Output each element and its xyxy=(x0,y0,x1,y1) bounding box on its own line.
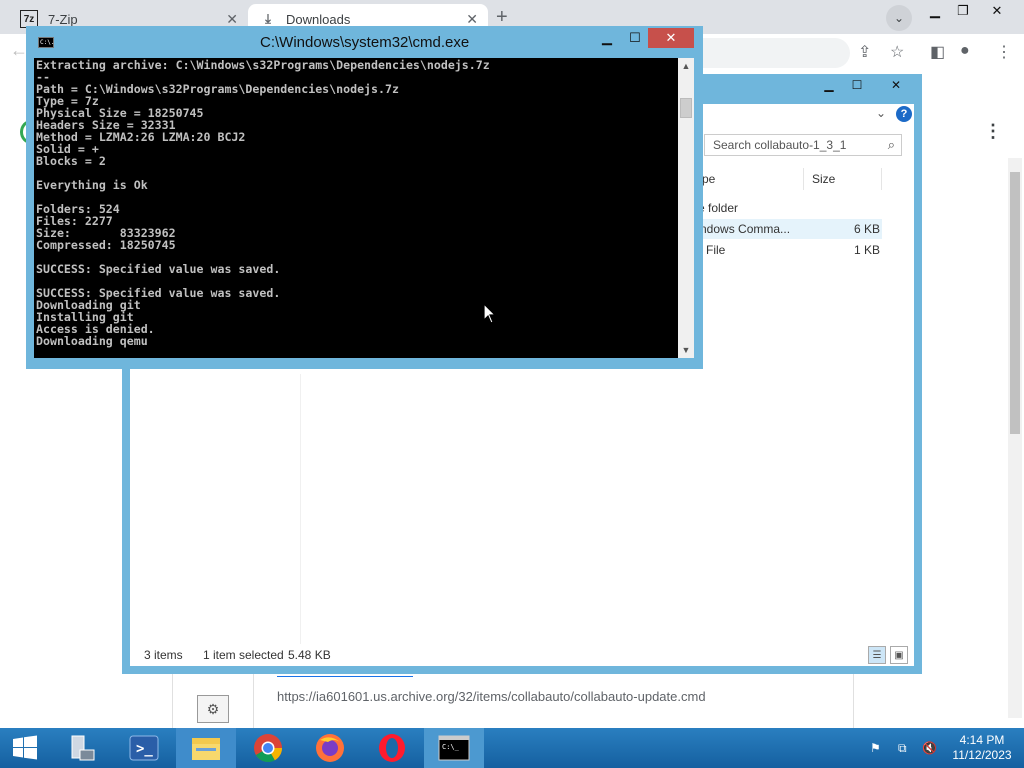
maximize-icon[interactable]: ☐ xyxy=(844,76,870,94)
filename-link[interactable] xyxy=(277,676,413,677)
restore-icon[interactable]: ❐ xyxy=(948,0,978,22)
close-icon[interactable]: ✕ xyxy=(874,76,918,94)
notification-flag-icon[interactable]: ⚑ xyxy=(870,728,881,768)
close-icon[interactable]: ✕ xyxy=(982,0,1012,22)
clock-date: 11/12/2023 xyxy=(952,748,1012,762)
more-options-icon[interactable]: ⋮ xyxy=(984,121,1002,142)
server-manager-icon[interactable] xyxy=(52,728,112,768)
console-text: Extracting archive: C:\Windows\s32Progra… xyxy=(36,58,490,358)
file-row-selected[interactable]: ndows Comma... 6 KB xyxy=(694,219,882,239)
divider xyxy=(253,674,254,730)
side-panel-icon[interactable]: ◧ xyxy=(930,42,945,62)
file-type: e folder xyxy=(698,201,739,215)
cmd-glyph: C:\_ xyxy=(438,735,470,761)
opera-glyph xyxy=(379,734,405,762)
volume-muted-icon[interactable]: 🔇 xyxy=(922,728,937,768)
powershell-glyph: >_ xyxy=(129,735,159,761)
chrome-glyph xyxy=(254,734,282,763)
file-gear-icon: ⚙ xyxy=(197,695,229,723)
file-explorer-icon[interactable] xyxy=(176,728,236,768)
cmd-window-icon: C:\. xyxy=(38,37,55,48)
chrome-icon[interactable] xyxy=(238,728,298,768)
selected-size: 5.48 KB xyxy=(288,648,331,662)
close-icon[interactable]: ✕ xyxy=(226,11,238,28)
clock-time: 4:14 PM xyxy=(959,733,1005,747)
cmd-scrollbar[interactable]: ▲ ▼ xyxy=(678,58,694,358)
star-icon[interactable]: ☆ xyxy=(890,42,904,62)
cmd-taskbar-icon[interactable]: C:\_ xyxy=(424,728,484,768)
address-bar[interactable] xyxy=(690,38,850,68)
search-icon[interactable]: ⌕ xyxy=(888,137,895,153)
item-count: 3 items xyxy=(144,648,183,662)
download-item[interactable]: ⚙ https://ia601601.us.archive.org/32/ite… xyxy=(172,673,854,730)
powershell-icon[interactable]: >_ xyxy=(114,728,174,768)
share-icon[interactable]: ⇪ xyxy=(858,42,871,62)
chevron-down-icon[interactable]: ⌄ xyxy=(876,106,886,120)
tab-label: Downloads xyxy=(286,11,351,27)
close-icon[interactable]: ✕ xyxy=(466,11,478,28)
network-icon[interactable]: ⧉ xyxy=(898,728,907,768)
windows-logo-icon xyxy=(13,735,37,760)
column-header-type[interactable]: pe xyxy=(694,168,804,190)
mouse-cursor-icon xyxy=(483,303,497,324)
scroll-down-icon[interactable]: ▼ xyxy=(678,342,694,358)
opera-icon[interactable] xyxy=(362,728,422,768)
status-bar: 3 items 1 item selected 5.48 KB xyxy=(130,644,914,666)
minimize-icon[interactable]: ▁ xyxy=(816,76,842,94)
search-input[interactable]: Search collabauto-1_3_1 ⌕ xyxy=(704,134,902,156)
profile-icon[interactable]: ● xyxy=(960,42,970,60)
svg-text:>_: >_ xyxy=(136,741,153,757)
chevron-down-icon[interactable]: ⌄ xyxy=(886,5,912,31)
cmd-window[interactable]: C:\. C:\Windows\system32\cmd.exe ▁ ☐ ✕ E… xyxy=(26,26,703,369)
menu-icon[interactable]: ⋮ xyxy=(996,42,1012,62)
close-icon[interactable]: ✕ xyxy=(648,28,694,48)
scroll-thumb[interactable] xyxy=(1010,172,1020,434)
tab-label: 7-Zip xyxy=(48,11,78,27)
taskbar-clock[interactable]: 4:14 PM 11/12/2023 xyxy=(946,733,1018,763)
start-button[interactable] xyxy=(0,728,50,768)
download-url[interactable]: https://ia601601.us.archive.org/32/items… xyxy=(277,689,706,704)
server-manager-glyph xyxy=(71,735,95,761)
svg-text:C:\_: C:\_ xyxy=(442,743,460,751)
pane-divider xyxy=(300,374,301,644)
firefox-glyph xyxy=(316,734,344,762)
download-icon: ⤓ xyxy=(265,11,271,26)
page-scrollbar[interactable] xyxy=(1008,158,1022,718)
folder-glyph xyxy=(192,738,220,760)
search-placeholder: Search collabauto-1_3_1 xyxy=(713,138,847,152)
maximize-icon[interactable]: ☐ xyxy=(622,28,648,48)
file-size: 1 KB xyxy=(853,243,880,257)
details-view-icon[interactable]: ☰ xyxy=(868,646,886,664)
help-icon[interactable]: ? xyxy=(896,106,912,122)
large-icons-view-icon[interactable]: ▣ xyxy=(890,646,908,664)
file-size: 6 KB xyxy=(853,222,880,236)
taskbar: >_ C:\_ ⚑ ⧉ 🔇 4:14 PM 11/12/2023 xyxy=(0,728,1024,768)
scroll-up-icon[interactable]: ▲ xyxy=(678,58,694,74)
scroll-thumb[interactable] xyxy=(680,98,692,118)
firefox-icon[interactable] xyxy=(300,728,360,768)
column-header-size[interactable]: Size xyxy=(804,168,882,190)
cmd-title: C:\Windows\system32\cmd.exe xyxy=(260,34,470,51)
minimize-icon[interactable]: ▁ xyxy=(920,0,950,22)
console-output[interactable]: Extracting archive: C:\Windows\s32Progra… xyxy=(34,58,678,358)
selected-count: 1 item selected xyxy=(203,648,284,662)
file-type: ndows Comma... xyxy=(700,222,791,236)
file-type: File xyxy=(706,243,726,257)
minimize-icon[interactable]: ▁ xyxy=(594,28,620,48)
